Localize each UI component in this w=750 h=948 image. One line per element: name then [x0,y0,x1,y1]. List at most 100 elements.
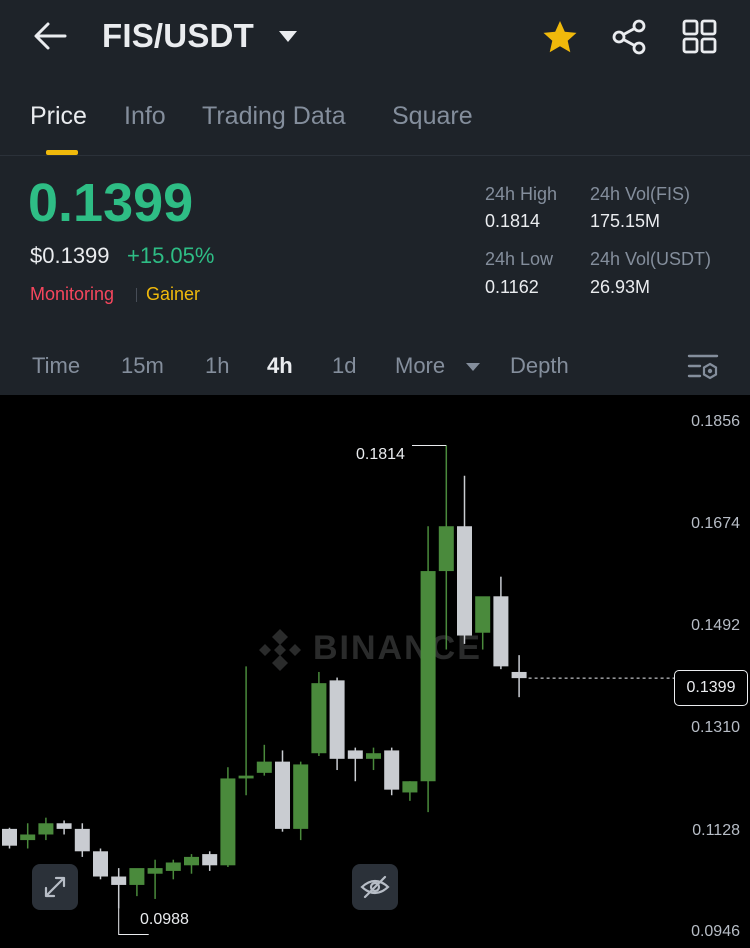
tab-bar: Price Info Trading Data Square [0,96,750,156]
candle [165,859,181,880]
low-value: 0.1162 [485,277,539,297]
tab-depth[interactable]: Depth [510,353,569,379]
candle-body [511,671,527,679]
candle [384,747,400,796]
vol-quote-label: 24h Vol(USDT) [590,249,712,269]
y-tick-label: 0.1310 [691,719,740,736]
candle-body [457,526,472,636]
candle-body [165,862,181,871]
candle-body [438,526,454,572]
candle-body [184,856,199,866]
candle [329,677,345,771]
candle-body [111,876,127,885]
candle [74,823,90,857]
interval-1d[interactable]: 1d [332,353,356,379]
candle [111,868,127,909]
candle-body [311,683,327,754]
candle-body [256,761,272,773]
candle-body [74,828,90,852]
candle-body [347,750,363,759]
grid-icon[interactable] [680,18,720,56]
candlestick-chart[interactable]: BINANCE 0.1856 0.1674 0.1492 0.1310 0.11… [0,395,750,948]
candle-body [93,851,108,877]
candle [202,851,218,871]
candle [38,817,54,841]
candle-body [275,761,290,829]
tab-trading-data[interactable]: Trading Data [202,102,346,131]
fullscreen-button[interactable] [32,864,78,910]
price-change-percent: +15.05% [127,243,215,268]
y-tick-label: 0.1492 [691,617,740,634]
vol-quote-value: 26.93M [590,277,651,297]
candle-body [329,680,345,759]
chart-settings-icon[interactable] [686,350,720,384]
candle [93,848,108,880]
candle [238,666,254,796]
candle [2,827,17,849]
candle-body [38,823,54,835]
candle [220,767,236,867]
candle-body [420,571,436,782]
candle-body [2,828,17,846]
high-marker-label: 0.1814 [356,446,405,463]
candle [511,655,527,698]
candle [20,823,36,849]
candle [311,671,327,757]
candle [147,859,163,899]
candle-body [293,764,309,829]
pair-title[interactable]: FIS/USDT [102,17,254,55]
vol-base-value: 175.15M [590,211,661,231]
monitoring-tag[interactable]: Monitoring [30,284,114,305]
y-tick-label: 0.1128 [692,822,740,839]
more-caret-icon[interactable] [465,362,481,372]
high-label: 24h High [485,184,558,204]
candle [56,820,72,835]
candle-body [129,868,145,885]
candle [475,596,491,650]
interval-4h[interactable]: 4h [267,353,293,379]
interval-15m[interactable]: 15m [121,353,164,379]
tag-divider [136,288,137,302]
candle [438,445,454,650]
candle [366,747,381,771]
gainer-tag[interactable]: Gainer [146,284,200,305]
candle [293,761,309,841]
interval-time[interactable]: Time [32,353,80,379]
candle-body [366,753,381,759]
candle-body [202,854,218,866]
candle [256,744,272,776]
candle-body [220,778,236,866]
dropdown-caret-icon[interactable] [277,28,299,44]
last-price: 0.1399 [28,173,194,233]
interval-1h[interactable]: 1h [205,353,229,379]
vol-base-label: 24h Vol(FIS) [590,184,691,204]
candle-body [402,781,418,793]
y-tick-label: 0.1674 [691,515,740,532]
y-tick-label: 0.0946 [691,923,740,940]
low-marker-label: 0.0988 [140,911,189,928]
candle-body [20,834,36,841]
expand-icon [44,876,66,898]
candle-body [384,750,400,790]
top-bar: FIS/USDT [0,0,750,80]
high-value: 0.1814 [485,211,541,231]
candle [420,526,436,813]
low-label: 24h Low [485,249,554,269]
interval-more[interactable]: More [395,353,445,379]
back-arrow-icon[interactable] [30,18,70,54]
share-icon[interactable] [610,18,650,56]
tab-price[interactable]: Price [30,102,87,131]
market-header-panel: FIS/USDT Price Info Trading Data Square … [0,0,750,395]
candle-body [147,868,163,874]
current-price-label: 0.1399 [674,670,748,706]
candle-body [56,823,72,829]
candle [493,576,509,670]
tab-square[interactable]: Square [392,102,473,131]
hide-indicators-button[interactable] [352,864,398,910]
star-icon[interactable] [540,18,580,56]
candle-body [238,775,254,779]
candle [347,747,363,782]
candle-body [475,596,491,633]
tab-info[interactable]: Info [124,102,166,131]
candle [184,854,199,874]
